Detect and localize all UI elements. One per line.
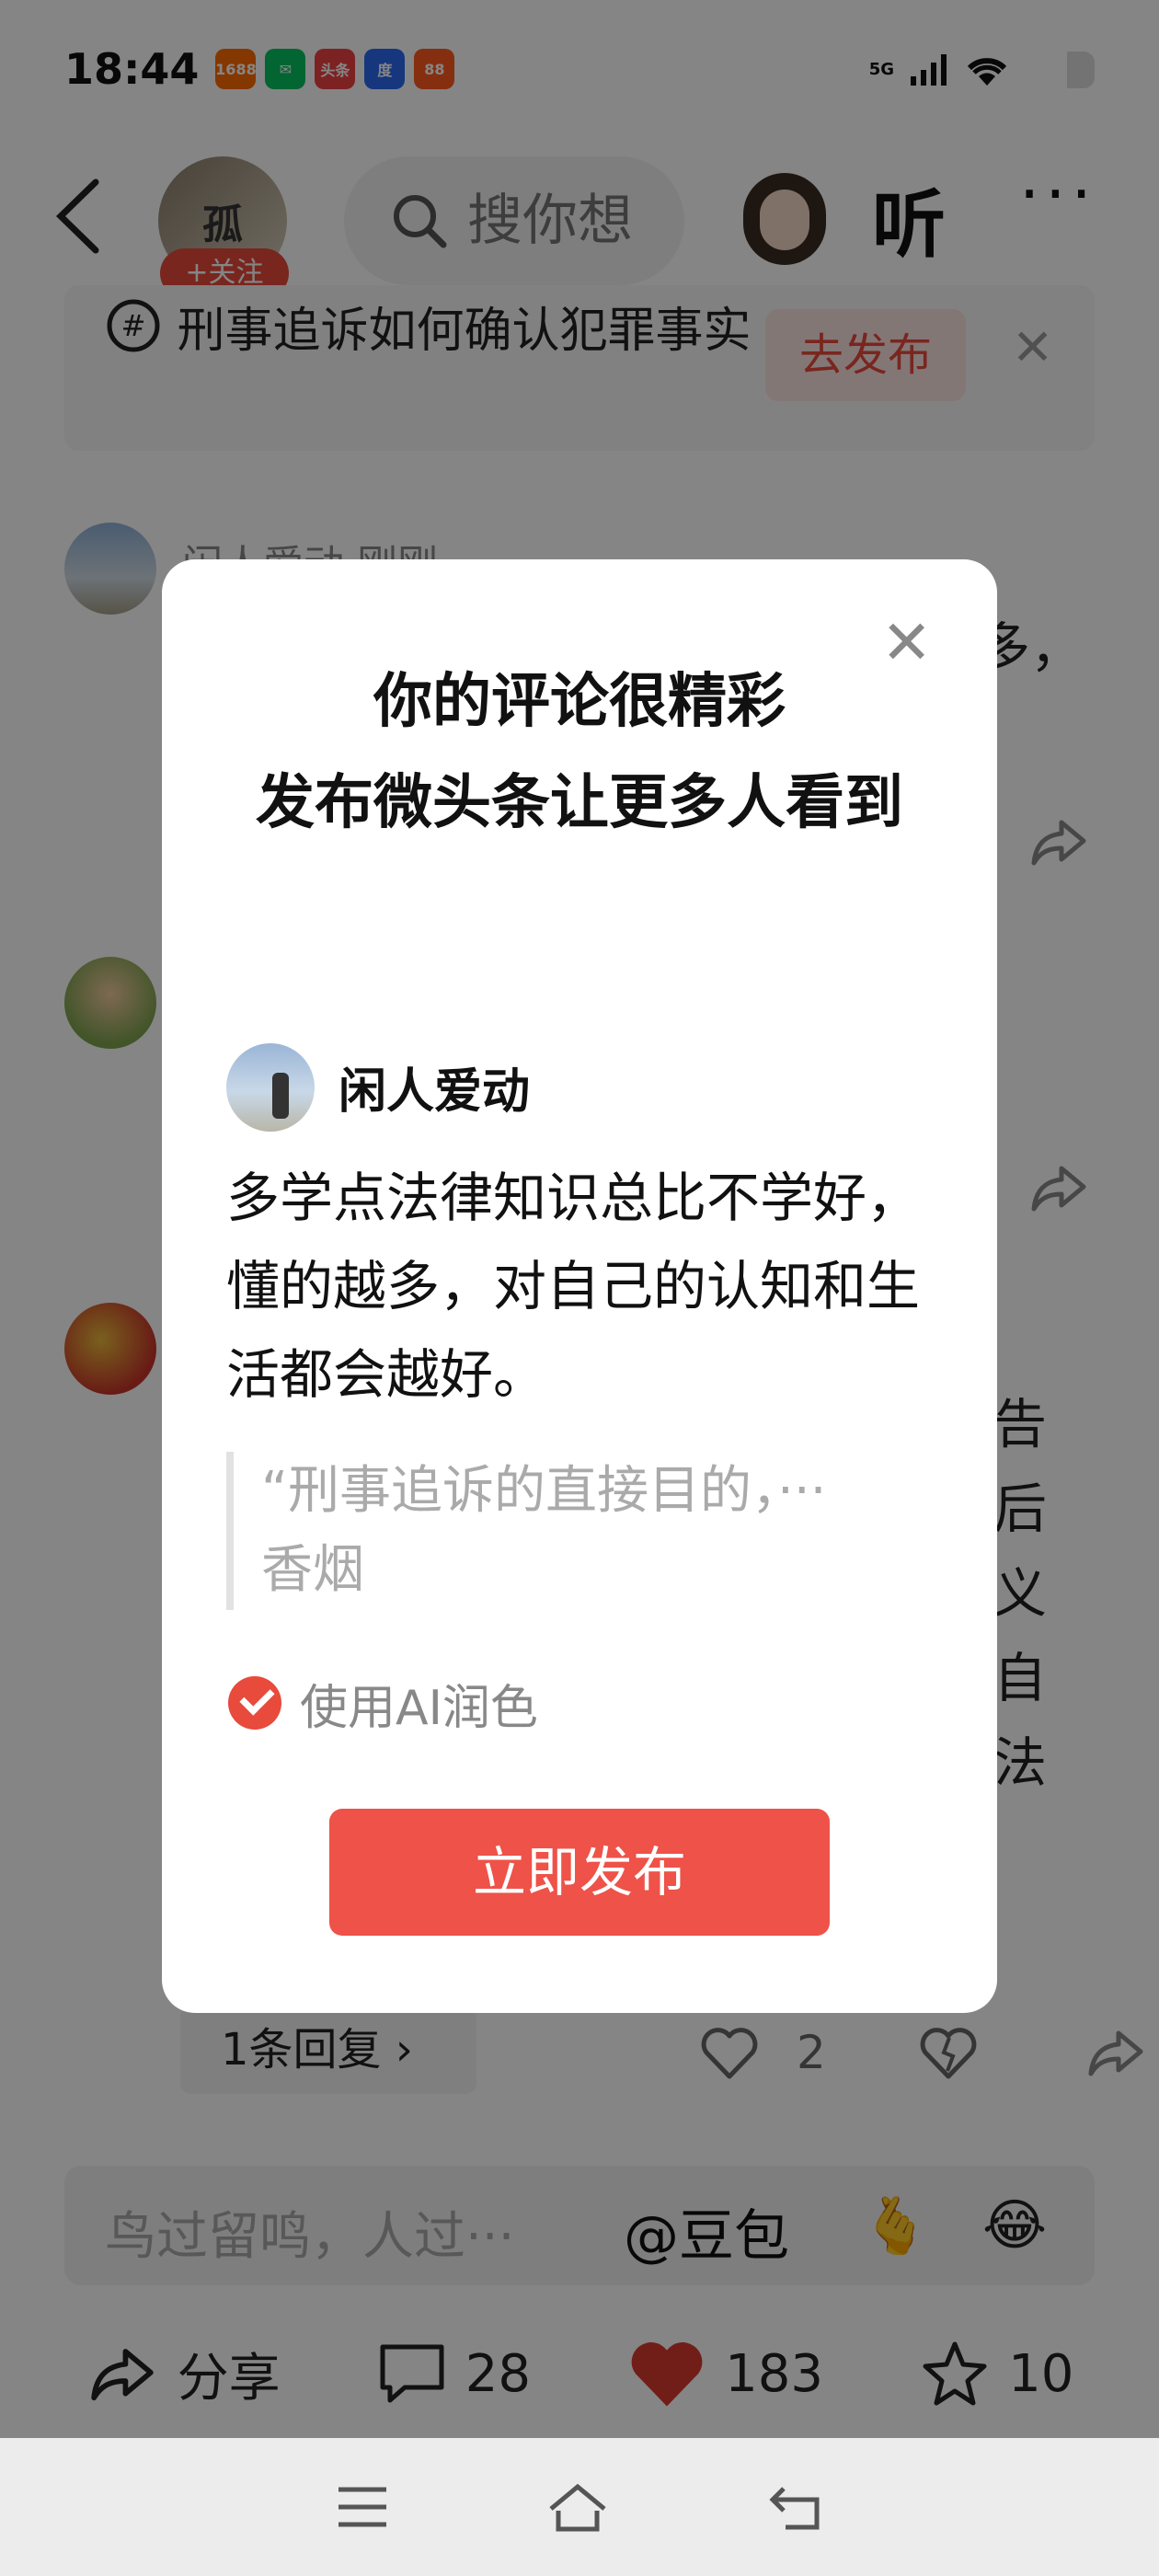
checkbox-checked-icon[interactable] [228, 1676, 281, 1730]
home-icon[interactable] [547, 2481, 608, 2533]
system-nav-bar [0, 2438, 1159, 2576]
ai-polish-label[interactable]: 使用AI润色 [300, 1669, 538, 1738]
quoted-article: “刑事追诉的直接目的，··· 香烟 [226, 1452, 944, 1610]
back-nav-icon[interactable] [767, 2481, 822, 2533]
menu-icon[interactable] [337, 2486, 388, 2528]
quote-line: “刑事追诉的直接目的，··· [261, 1461, 827, 1521]
user-avatar [226, 1043, 315, 1132]
dialog-title: 你的评论很精彩 发布微头条让更多人看到 [256, 668, 903, 837]
user-name: 闲人爱动 [339, 1064, 531, 1120]
comment-preview: 多学点法律知识总比不学好，懂的越多，对自己的认知和生活都会越好。 [226, 1167, 921, 1406]
quote-line: 香烟 [261, 1540, 364, 1600]
publish-now-button[interactable]: 立即发布 [329, 1809, 830, 1936]
publish-prompt-dialog: ✕ 你的评论很精彩 发布微头条让更多人看到 闲人爱动 多学点法律知识总比不学好，… [162, 559, 997, 2013]
